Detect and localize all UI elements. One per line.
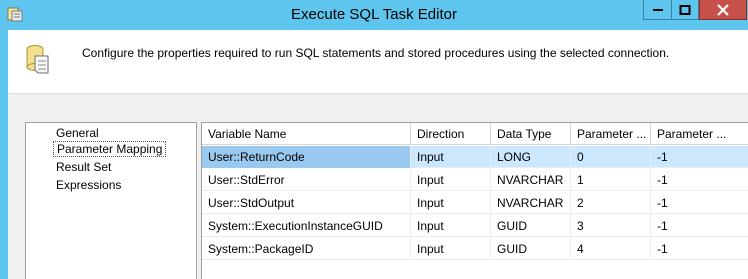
cell-variable-name[interactable]: System::PackageID xyxy=(202,238,411,260)
cell-direction[interactable]: Input xyxy=(411,192,491,214)
table-row[interactable]: System::ExecutionInstanceGUID Input GUID… xyxy=(202,215,748,237)
cell-variable-name[interactable]: System::ExecutionInstanceGUID xyxy=(202,215,411,237)
parameter-mapping-grid[interactable]: Variable Name Direction Data Type Parame… xyxy=(201,122,748,279)
minimize-icon xyxy=(652,8,663,11)
nav-item-general[interactable]: General xyxy=(53,125,102,141)
column-header-parameter-name[interactable]: Parameter ... xyxy=(571,123,651,145)
dialog-client-area: Configure the properties required to run… xyxy=(8,30,748,279)
cell-variable-name[interactable]: User::StdOutput xyxy=(202,192,411,214)
cell-parameter-name[interactable]: 2 xyxy=(571,192,651,214)
title-bar[interactable]: Execute SQL Task Editor xyxy=(0,0,748,30)
minimize-button[interactable] xyxy=(643,0,671,20)
cell-parameter-size[interactable]: -1 xyxy=(651,146,748,168)
table-row[interactable]: System::PackageID Input GUID 4 -1 xyxy=(202,238,748,260)
cell-direction[interactable]: Input xyxy=(411,146,491,168)
page-navigation-list[interactable]: General Parameter Mapping Result Set Exp… xyxy=(25,122,197,279)
cell-parameter-name[interactable]: 0 xyxy=(571,146,651,168)
cell-data-type[interactable]: NVARCHAR xyxy=(491,192,571,214)
column-header-direction[interactable]: Direction xyxy=(411,123,491,145)
column-header-parameter-size[interactable]: Parameter ... xyxy=(651,123,748,145)
cell-variable-name[interactable]: User::ReturnCode xyxy=(202,146,411,168)
cell-data-type[interactable]: LONG xyxy=(491,146,571,168)
cell-data-type[interactable]: NVARCHAR xyxy=(491,169,571,191)
cell-parameter-name[interactable]: 1 xyxy=(571,169,651,191)
table-row[interactable]: User::ReturnCode Input LONG 0 -1 xyxy=(202,146,748,168)
cell-parameter-size[interactable]: -1 xyxy=(651,192,748,214)
cell-data-type[interactable]: GUID xyxy=(491,215,571,237)
maximize-button[interactable] xyxy=(671,0,699,20)
execute-sql-task-editor-window: Execute SQL Task Editor Configure the pr… xyxy=(0,0,748,279)
cell-direction[interactable]: Input xyxy=(411,215,491,237)
nav-item-result-set[interactable]: Result Set xyxy=(53,159,114,175)
cell-parameter-name[interactable]: 4 xyxy=(571,238,651,260)
table-row[interactable]: User::StdError Input NVARCHAR 1 -1 xyxy=(202,169,748,191)
cell-data-type[interactable]: GUID xyxy=(491,238,571,260)
sql-task-icon xyxy=(26,45,49,74)
table-row[interactable]: User::StdOutput Input NVARCHAR 2 -1 xyxy=(202,192,748,214)
grid-header-row: Variable Name Direction Data Type Parame… xyxy=(202,123,748,145)
column-header-variable-name[interactable]: Variable Name xyxy=(202,123,411,145)
cell-variable-name[interactable]: User::StdError xyxy=(202,169,411,191)
cell-parameter-size[interactable]: -1 xyxy=(651,238,748,260)
maximize-icon xyxy=(679,4,691,15)
close-icon xyxy=(717,3,729,16)
cell-parameter-size[interactable]: -1 xyxy=(651,215,748,237)
cell-direction[interactable]: Input xyxy=(411,238,491,260)
column-header-data-type[interactable]: Data Type xyxy=(491,123,571,145)
cell-parameter-size[interactable]: -1 xyxy=(651,169,748,191)
nav-item-expressions[interactable]: Expressions xyxy=(53,177,124,193)
close-button[interactable] xyxy=(699,0,747,20)
cell-direction[interactable]: Input xyxy=(411,169,491,191)
dialog-header: Configure the properties required to run… xyxy=(8,30,748,94)
cell-parameter-name[interactable]: 3 xyxy=(571,215,651,237)
nav-item-parameter-mapping[interactable]: Parameter Mapping xyxy=(53,141,167,157)
header-description: Configure the properties required to run… xyxy=(82,46,670,60)
window-title: Execute SQL Task Editor xyxy=(291,6,457,23)
